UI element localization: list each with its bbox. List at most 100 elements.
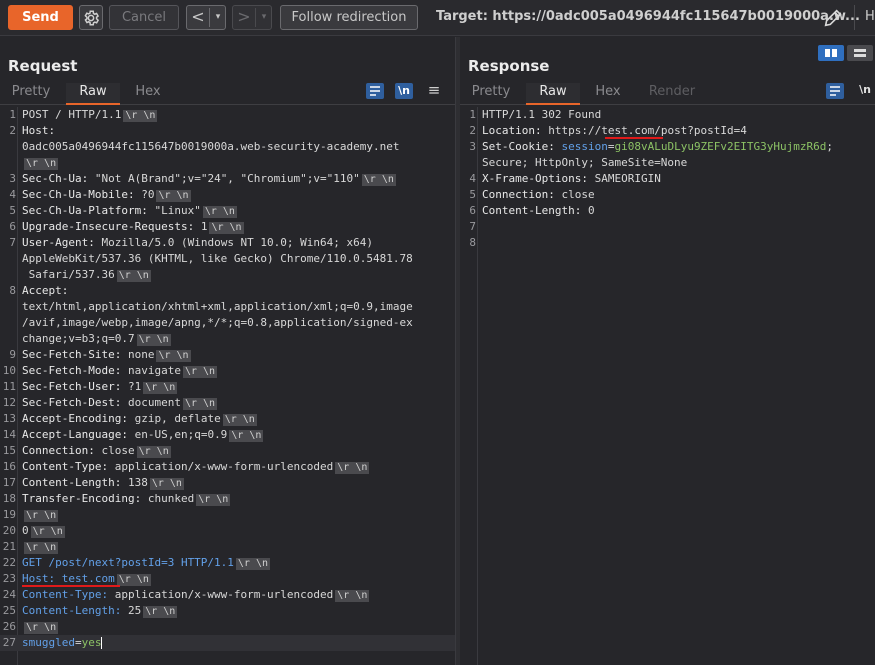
code-token: Set-Cookie: <box>482 140 562 153</box>
follow-redirection-button[interactable]: Follow redirection <box>280 5 418 30</box>
code-line[interactable]: 16 Content-Type: application/x-www-form-u… <box>0 459 455 475</box>
tab-hex[interactable]: Hex <box>126 83 170 105</box>
request-editor[interactable]: 1 POST / HTTP/1.1 \r \n 2 Host: 0adc005a04969… <box>0 107 455 665</box>
code-token: Sec-Fetch-Mode: <box>22 364 128 377</box>
help-label[interactable]: H <box>865 9 875 24</box>
request-panel: Request Pretty Raw Hex \n ≡ 1 POST / HTTP… <box>0 37 455 665</box>
code-line[interactable]: 21 \r \n <box>0 539 455 555</box>
code-line[interactable]: 22 GET /post/next?postId=3 HTTP/1.1 \r \n <box>0 555 455 571</box>
line-number: 8 <box>9 284 16 297</box>
crlf-marker: \r \n <box>156 350 191 362</box>
code-line[interactable]: 1 POST / HTTP/1.1 \r \n <box>0 107 455 123</box>
code-line[interactable]: 0adc005a0496944fc115647b0019000a.web-sec… <box>0 139 455 155</box>
code-line[interactable]: 25 Content-Length: 25 \r \n <box>0 603 455 619</box>
code-line[interactable]: Safari/537.36 \r \n <box>0 267 455 283</box>
code-line[interactable]: AppleWebKit/537.36 (KHTML, like Gecko) C… <box>0 251 455 267</box>
chevron-down-icon[interactable]: ▾ <box>210 6 226 29</box>
code-line[interactable]: 4 Sec-Ch-Ua-Mobile: ?0 \r \n <box>0 187 455 203</box>
newline-toggle-icon[interactable]: \n <box>858 83 872 99</box>
tab-raw[interactable]: Raw <box>526 83 580 105</box>
cancel-button[interactable]: Cancel <box>109 5 179 30</box>
code-line[interactable]: 14 Accept-Language: en-US,en;q=0.9 \r \n <box>0 427 455 443</box>
code-line[interactable]: 10 Sec-Fetch-Mode: navigate \r \n <box>0 363 455 379</box>
crlf-marker: \r \n <box>361 174 396 186</box>
settings-button[interactable] <box>79 5 103 30</box>
code-token: gzip, deflate <box>134 412 221 425</box>
crlf-marker: \r \n <box>335 462 370 474</box>
code-line[interactable]: 4 X-Frame-Options: SAMEORIGIN <box>460 171 875 187</box>
code-token: Content-Length: <box>22 476 128 489</box>
code-line[interactable]: 8 <box>460 235 875 251</box>
tab-pretty[interactable]: Pretty <box>4 83 58 105</box>
code-line[interactable]: 20 0 \r \n <box>0 523 455 539</box>
code-token: ; <box>826 140 834 153</box>
stacked-view-icon[interactable] <box>847 45 873 61</box>
code-line[interactable]: text/html,application/xhtml+xml,applicat… <box>0 299 455 315</box>
code-token: User-Agent: <box>22 236 102 249</box>
code-line[interactable]: 1 HTTP/1.1 302 Found <box>460 107 875 123</box>
back-button[interactable]: < ▾ <box>186 5 226 30</box>
crlf-marker: \r \n <box>116 574 151 586</box>
line-content: POST / HTTP/1.1 \r \n <box>22 107 158 123</box>
line-content: text/html,application/xhtml+xml,applicat… <box>22 299 413 315</box>
code-token: Sec-Ch-Ua-Mobile: <box>22 188 142 201</box>
code-line[interactable]: 6 Upgrade-Insecure-Requests: 1 \r \n <box>0 219 455 235</box>
pretty-print-icon[interactable] <box>826 83 844 99</box>
line-number: 18 <box>2 492 16 505</box>
line-number: 14 <box>2 428 16 441</box>
code-line[interactable]: 7 User-Agent: Mozilla/5.0 (Windows NT 10.… <box>0 235 455 251</box>
code-line[interactable]: /avif,image/webp,image/apng,*/*;q=0.8,ap… <box>0 315 455 331</box>
code-line[interactable]: 3 Set-Cookie: session=gi08vALuDLyu9ZEFv2E… <box>460 139 875 155</box>
split-view-icon[interactable] <box>818 45 844 61</box>
pencil-icon[interactable] <box>822 7 844 29</box>
code-line[interactable]: 18 Transfer-Encoding: chunked \r \n <box>0 491 455 507</box>
chevron-down-icon[interactable]: ▾ <box>256 6 272 29</box>
crlf-marker: \r \n <box>209 222 244 234</box>
code-line[interactable]: 2 Host: <box>0 123 455 139</box>
code-line[interactable]: 8 Accept: <box>0 283 455 299</box>
line-number: 27 <box>2 636 16 649</box>
pretty-print-icon[interactable] <box>366 83 384 99</box>
code-line[interactable]: 19 \r \n <box>0 507 455 523</box>
code-line[interactable]: 2 Location: https://test.com/post?postId=… <box>460 123 875 139</box>
send-button[interactable]: Send <box>8 5 73 30</box>
text-cursor <box>101 637 103 649</box>
code-line[interactable]: 26 \r \n <box>0 619 455 635</box>
code-line[interactable]: change;v=b3;q=0.7 \r \n <box>0 331 455 347</box>
code-token: Sec-Fetch-User: <box>22 380 128 393</box>
code-line[interactable]: 12 Sec-Fetch-Dest: document \r \n <box>0 395 455 411</box>
line-number: 6 <box>469 204 476 217</box>
tab-pretty[interactable]: Pretty <box>464 83 518 105</box>
code-line[interactable]: 5 Sec-Ch-Ua-Platform: "Linux" \r \n <box>0 203 455 219</box>
code-token: application/x-www-form-urlencoded <box>114 460 334 473</box>
line-content: Accept-Language: en-US,en;q=0.9 \r \n <box>22 427 264 443</box>
code-line[interactable]: 3 Sec-Ch-Ua: "Not A(Brand";v="24", "Chrom… <box>0 171 455 187</box>
code-line[interactable]: 27 smuggled=yes <box>0 635 455 651</box>
code-line[interactable]: 7 <box>460 219 875 235</box>
tab-render[interactable]: Render <box>640 83 704 105</box>
code-line[interactable]: 9 Sec-Fetch-Site: none \r \n <box>0 347 455 363</box>
code-line[interactable]: 15 Connection: close \r \n <box>0 443 455 459</box>
code-token: none <box>127 348 155 361</box>
code-line[interactable]: 17 Content-Length: 138 \r \n <box>0 475 455 491</box>
code-line[interactable]: \r \n <box>0 155 455 171</box>
code-line[interactable]: 5 Connection: close <box>460 187 875 203</box>
code-line[interactable]: 6 Content-Length: 0 <box>460 203 875 219</box>
forward-button[interactable]: > ▾ <box>232 5 272 30</box>
code-token: application/x-www-form-urlencoded <box>114 588 334 601</box>
code-token: document <box>127 396 181 409</box>
code-token: HTTP/1.1 302 Found <box>482 108 602 121</box>
code-line[interactable]: Secure; HttpOnly; SameSite=None <box>460 155 875 171</box>
line-number: 7 <box>469 220 476 233</box>
code-line[interactable]: 24 Content-Type: application/x-www-form-u… <box>0 587 455 603</box>
response-editor[interactable]: 1 HTTP/1.1 302 Found 2 Location: https://te… <box>460 107 875 665</box>
menu-icon[interactable]: ≡ <box>427 83 441 99</box>
crlf-marker: \r \n <box>24 510 59 522</box>
code-token: yes <box>81 636 102 649</box>
code-line[interactable]: 13 Accept-Encoding: gzip, deflate \r \n <box>0 411 455 427</box>
tab-raw[interactable]: Raw <box>66 83 120 105</box>
newline-toggle-icon[interactable]: \n <box>395 83 413 99</box>
code-line[interactable]: 11 Sec-Fetch-User: ?1 \r \n <box>0 379 455 395</box>
tab-hex[interactable]: Hex <box>586 83 630 105</box>
line-number: 23 <box>2 572 16 585</box>
